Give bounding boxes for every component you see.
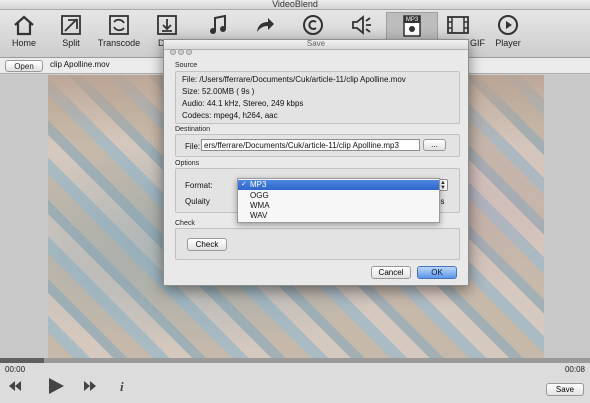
audio-icon: [352, 15, 371, 35]
save-button[interactable]: Save: [546, 383, 584, 396]
minimize-window-icon[interactable]: [178, 49, 184, 55]
check-section-label: Check: [175, 220, 195, 227]
format-dropdown-menu: ✓ MP3 OGG WMA WAV: [237, 178, 440, 223]
player-icon: [498, 15, 518, 35]
format-option-wma[interactable]: WMA: [238, 201, 439, 211]
playback-controls: 00:00 00:08 i Save: [0, 363, 590, 403]
transcode-icon: [109, 15, 129, 35]
toolbar-split[interactable]: Split: [45, 12, 97, 56]
app-window: VideoBlend Home Split Transcode Dow: [0, 0, 590, 403]
dialog-title-bar: Save: [164, 39, 468, 55]
format-option-ogg[interactable]: OGG: [238, 191, 439, 201]
source-size: Size: 52.00MB ( 9s ): [182, 87, 255, 96]
source-codecs: Codecs: mpeg4, h264, aac: [182, 111, 278, 120]
save-dialog: Save Source File: /Users/fferrare/Docume…: [163, 39, 469, 286]
film-icon: [447, 16, 469, 34]
format-label: Format:: [185, 181, 213, 190]
home-icon: [14, 15, 34, 36]
options-section-label: Options: [175, 160, 200, 167]
toolbar-home-label: Home: [11, 38, 36, 48]
format-option-label: WMA: [250, 201, 270, 210]
toolbar-transcode-label: Transcode: [97, 38, 141, 48]
toolbar-split-label: Split: [62, 38, 80, 48]
dialog-title: Save: [306, 39, 326, 48]
copyright-icon: [303, 15, 323, 35]
format-option-label: OGG: [250, 191, 269, 200]
fast-forward-icon[interactable]: [83, 379, 97, 393]
source-file: File: /Users/fferrare/Documents/Cuk/arti…: [182, 75, 406, 84]
format-option-mp3[interactable]: ✓ MP3: [238, 180, 439, 190]
ok-button[interactable]: OK: [417, 266, 457, 279]
play-icon[interactable]: [47, 377, 65, 395]
rewind-icon[interactable]: [8, 379, 22, 393]
current-time: 00:00: [5, 365, 26, 374]
quality-label: Qulaity: [185, 197, 210, 206]
total-time: 00:08: [564, 365, 585, 374]
destination-file-label: File:: [185, 142, 201, 151]
format-option-label: MP3: [250, 180, 267, 189]
format-option-label: WAV: [250, 211, 268, 220]
toolbar-home[interactable]: Home: [0, 12, 50, 56]
destination-section-label: Destination: [175, 126, 211, 133]
toolbar-transcode[interactable]: Transcode: [93, 12, 145, 56]
current-filename: clip Apolline.mov: [50, 60, 110, 69]
stepper-arrows-icon: ▲ ▼: [440, 180, 446, 191]
split-icon: [61, 15, 81, 35]
title-bar: VideoBlend: [0, 0, 590, 10]
format-option-wav[interactable]: WAV: [238, 211, 439, 221]
music-icon: [210, 14, 226, 34]
browse-button[interactable]: ...: [423, 139, 446, 151]
close-window-icon[interactable]: [170, 49, 176, 55]
toolbar-player[interactable]: Player: [482, 12, 534, 56]
source-section-label: Source: [175, 62, 198, 69]
share-icon: [257, 18, 274, 32]
download-icon: [157, 15, 177, 35]
open-button[interactable]: Open: [5, 60, 43, 72]
zoom-window-icon[interactable]: [186, 49, 192, 55]
svg-text:i: i: [120, 379, 124, 393]
app-title: VideoBlend: [272, 0, 318, 9]
destination-path-field[interactable]: ers/fferrare/Documents/Cuk/article-11/cl…: [201, 139, 420, 151]
source-audio: Audio: 44.1 kHz, Stereo, 249 kbps: [182, 99, 304, 108]
checkmark-icon: ✓: [241, 181, 247, 188]
toolbar-mp3-badge: MP3: [405, 17, 419, 23]
toolbar-player-label: Player: [495, 38, 521, 48]
check-button[interactable]: Check: [187, 238, 227, 251]
info-icon[interactable]: i: [118, 379, 128, 393]
cancel-button[interactable]: Cancel: [371, 266, 411, 279]
